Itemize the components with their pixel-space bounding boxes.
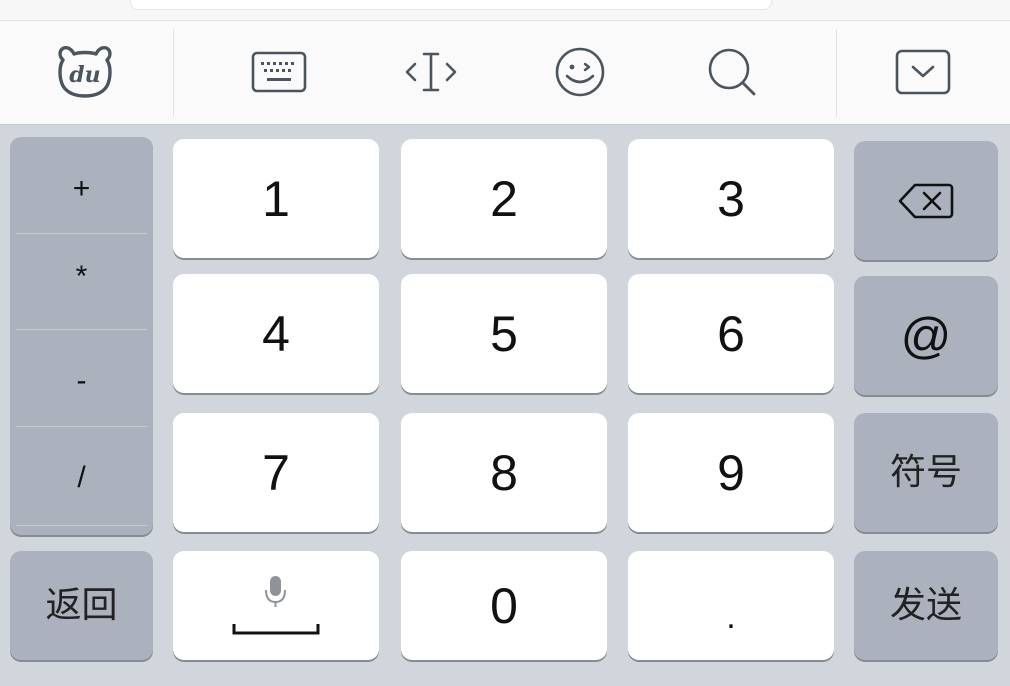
toolbar-divider <box>173 29 174 117</box>
key-1[interactable]: 1 <box>173 139 379 258</box>
key-5[interactable]: 5 <box>401 274 607 393</box>
text-input-edge[interactable] <box>130 0 772 10</box>
key-label: 9 <box>717 444 745 501</box>
search-icon <box>708 48 756 96</box>
key-label: 符号 <box>889 451 962 493</box>
symbol-label: + <box>72 172 91 205</box>
key-3[interactable]: 3 <box>628 139 834 258</box>
symbol-key-asterisk[interactable]: * <box>10 229 153 325</box>
key-label: 2 <box>490 170 518 227</box>
key-9[interactable]: 9 <box>628 413 834 532</box>
symbols-key[interactable]: 符号 <box>854 413 998 532</box>
at-key[interactable]: @ <box>854 276 998 395</box>
key-label: 8 <box>490 444 518 501</box>
symbol-separator <box>16 426 147 427</box>
key-label: 返回 <box>45 584 118 626</box>
key-2[interactable]: 2 <box>401 139 607 258</box>
cursor-icon <box>405 52 457 92</box>
search-button[interactable] <box>697 39 767 105</box>
key-label: 0 <box>490 577 518 634</box>
logo-text: du <box>69 62 100 88</box>
key-0[interactable]: 0 <box>401 551 607 660</box>
collapse-icon <box>895 49 951 95</box>
backspace-key[interactable] <box>854 141 998 260</box>
space-voice-key[interactable] <box>173 551 379 660</box>
key-label: 1 <box>262 170 290 227</box>
symbol-separator <box>16 525 147 526</box>
dot-key[interactable]: . <box>628 551 834 660</box>
input-area-remnant <box>0 0 1010 21</box>
key-7[interactable]: 7 <box>173 413 379 532</box>
send-key[interactable]: 发送 <box>854 551 998 660</box>
symbol-key-plus[interactable]: + <box>10 141 153 237</box>
hide-keyboard-button[interactable] <box>888 39 958 105</box>
backspace-icon <box>898 183 954 218</box>
key-label: 3 <box>717 170 745 227</box>
keyboard-icon <box>251 51 307 93</box>
key-label: . <box>726 597 736 636</box>
key-4[interactable]: 4 <box>173 274 379 393</box>
symbol-key-minus[interactable]: - <box>10 333 153 429</box>
symbol-label: * <box>75 260 88 293</box>
key-label: 7 <box>262 444 290 501</box>
symbol-column: + * - / <box>10 137 153 535</box>
key-label: 6 <box>717 305 745 362</box>
keyboard-switch-button[interactable] <box>244 39 314 105</box>
key-label: 4 <box>262 305 290 362</box>
symbol-label: / <box>77 461 86 494</box>
symbol-label: - <box>76 364 87 397</box>
bear-logo-icon: du <box>58 46 112 98</box>
key-label: 5 <box>490 305 518 362</box>
keyboard-toolbar: du <box>0 21 1010 125</box>
key-label: @ <box>900 307 952 364</box>
microphone-space-icon <box>232 575 320 634</box>
emoji-button[interactable] <box>545 39 615 105</box>
key-6[interactable]: 6 <box>628 274 834 393</box>
bear-logo-button[interactable]: du <box>50 39 120 105</box>
key-8[interactable]: 8 <box>401 413 607 532</box>
emoji-icon <box>555 47 605 97</box>
key-label: 发送 <box>889 584 962 626</box>
toolbar-divider <box>836 29 837 117</box>
symbol-separator <box>16 329 147 330</box>
cursor-move-button[interactable] <box>396 39 466 105</box>
symbol-key-slash[interactable]: / <box>10 430 153 526</box>
back-key[interactable]: 返回 <box>10 551 153 660</box>
